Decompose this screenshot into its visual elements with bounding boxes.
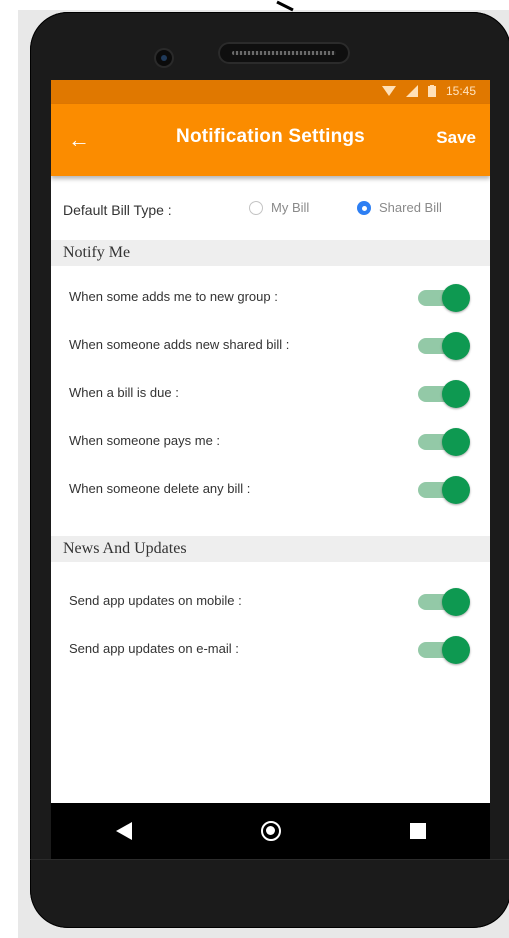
setting-label: When someone pays me : [69, 433, 221, 448]
setting-label: When some adds me to new group : [69, 289, 278, 304]
setting-row: When someone delete any bill : [51, 466, 490, 514]
nav-recent-apps-icon[interactable] [409, 823, 426, 839]
app-bar: ← Notification Settings Save [51, 104, 490, 176]
setting-label: When someone adds new shared bill : [69, 337, 290, 352]
toggle-switch[interactable] [416, 476, 470, 504]
radio-selected-icon [357, 200, 371, 215]
radio-unselected-icon [249, 200, 263, 215]
toggle-switch[interactable] [416, 284, 470, 312]
toggle-switch[interactable] [416, 380, 470, 408]
radio-my-bill[interactable]: My Bill [249, 200, 309, 215]
radio-label: My Bill [271, 200, 310, 215]
battery-icon [427, 85, 436, 97]
radio-label: Shared Bill [379, 200, 442, 215]
setting-row: When some adds me to new group : [51, 274, 490, 322]
top-cursor-mark [276, 0, 294, 12]
status-time: 15:45 [445, 84, 476, 98]
section-news-updates: News And Updates [51, 536, 490, 562]
settings-content: Default Bill Type : My Bill Shared Bill … [51, 176, 490, 674]
toggle-switch[interactable] [416, 588, 470, 616]
nav-home-icon[interactable] [260, 821, 281, 841]
nav-back-icon[interactable] [115, 822, 132, 840]
setting-label: When a bill is due : [69, 385, 179, 400]
status-bar: 15:45 [51, 80, 490, 104]
setting-row: When someone adds new shared bill : [51, 322, 490, 370]
setting-row: When a bill is due : [51, 370, 490, 418]
setting-row: Send app updates on e-mail : [51, 626, 490, 674]
screen: 15:45 ← Notification Settings Save Defau… [51, 80, 490, 803]
setting-label: Send app updates on mobile : [69, 593, 242, 608]
navigation-bar [51, 803, 490, 859]
toggle-switch[interactable] [416, 636, 470, 664]
section-notify-me: Notify Me [51, 240, 490, 266]
bill-type-label: Default Bill Type : [63, 202, 172, 218]
divider [30, 859, 509, 860]
camera-icon [156, 50, 172, 66]
toggle-switch[interactable] [416, 332, 470, 360]
setting-label: When someone delete any bill : [69, 481, 251, 496]
setting-row: When someone pays me : [51, 418, 490, 466]
save-button[interactable]: Save [436, 128, 476, 148]
speaker-grille [218, 42, 350, 64]
wifi-icon [381, 86, 396, 96]
toggle-switch[interactable] [416, 428, 470, 456]
page-title: Notification Settings [176, 126, 365, 147]
setting-row: Send app updates on mobile : [51, 578, 490, 626]
radio-shared-bill[interactable]: Shared Bill [357, 200, 442, 215]
bill-type-row: Default Bill Type : My Bill Shared Bill [51, 176, 490, 240]
setting-label: Send app updates on e-mail : [69, 641, 239, 656]
signal-icon [405, 85, 418, 97]
